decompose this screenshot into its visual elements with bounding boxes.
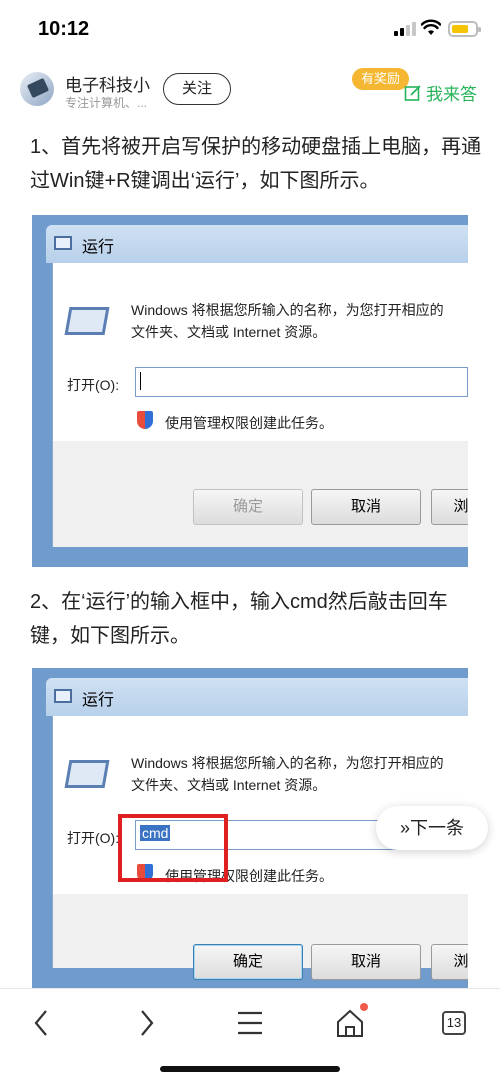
- back-button[interactable]: [22, 1005, 62, 1041]
- status-bar: 10:12: [0, 0, 500, 58]
- run-program-icon: [64, 307, 110, 335]
- run-icon: [54, 689, 72, 703]
- browse-button[interactable]: 浏: [431, 944, 468, 980]
- author-bar: 电子科技小 专注计算机、... 关注 有奖励 我来答: [0, 62, 500, 118]
- next-item-label: 下一条: [410, 818, 464, 838]
- cancel-button[interactable]: 取消: [311, 944, 421, 980]
- run-program-icon: [64, 760, 110, 788]
- avatar[interactable]: [20, 72, 54, 106]
- run-dialog-title: 运行: [82, 692, 115, 709]
- run-dialog-title: 运行: [82, 239, 115, 256]
- notification-dot: [360, 1003, 368, 1011]
- answer-label: 我来答: [426, 85, 477, 104]
- status-time: 10:12: [38, 18, 90, 40]
- chevron-right-icon: [141, 1010, 154, 1036]
- run-dialog-titlebar: 运行: [46, 678, 468, 716]
- home-indicator: [160, 1066, 340, 1072]
- next-item-button[interactable]: »下一条: [376, 806, 488, 850]
- battery-icon: [448, 21, 481, 37]
- open-input[interactable]: [135, 367, 468, 397]
- run-dialog-screenshot-1: 运行 Windows 将根据您所输入的名称，为您打开相应的 文件夹、文档或 In…: [32, 215, 468, 567]
- menu-icon: [238, 1011, 262, 1035]
- menu-button[interactable]: [230, 1005, 270, 1041]
- wifi-icon: [421, 19, 441, 35]
- shield-icon: [137, 411, 153, 429]
- chevron-left-icon: [34, 1010, 47, 1036]
- ok-button[interactable]: 确定: [193, 489, 303, 525]
- forward-button[interactable]: [126, 1005, 166, 1041]
- ok-button[interactable]: 确定: [193, 944, 303, 980]
- run-dialog-description: Windows 将根据您所输入的名称，为您打开相应的 文件夹、文档或 Inter…: [131, 302, 444, 340]
- cancel-button[interactable]: 取消: [311, 489, 421, 525]
- reward-badge: 有奖励: [352, 68, 410, 90]
- author-name[interactable]: 电子科技小: [65, 71, 150, 96]
- run-dialog-titlebar: 运行: [46, 225, 468, 263]
- step-1-text: 1、首先将被开启写保护的移动硬盘插上电脑，再通过Win键+R键调出‘运行’，如下…: [30, 136, 482, 192]
- answer-button[interactable]: 我来答: [404, 80, 477, 104]
- open-label: 打开(O):: [67, 377, 120, 393]
- open-label: 打开(O):: [67, 830, 120, 846]
- uac-text: 使用管理权限创建此任务。: [165, 415, 333, 431]
- browse-button[interactable]: 浏: [431, 489, 468, 525]
- step-2-text: 2、在‘运行’的输入框中，输入cmd然后敲击回车键，如下图所示。: [30, 591, 448, 647]
- signal-icon: [394, 22, 416, 36]
- tabs-button[interactable]: 13: [442, 1011, 466, 1035]
- run-dialog-description: Windows 将根据您所输入的名称，为您打开相应的 文件夹、文档或 Inter…: [131, 755, 444, 793]
- follow-button[interactable]: 关注: [163, 73, 231, 105]
- edit-icon: [404, 85, 421, 101]
- run-icon: [54, 236, 72, 250]
- double-chevron-icon: »: [399, 818, 410, 838]
- author-description: 专注计算机、...: [65, 96, 148, 110]
- highlight-box: [118, 814, 228, 882]
- run-dialog-body: Windows 将根据您所输入的名称，为您打开相应的 文件夹、文档或 Inter…: [52, 263, 468, 547]
